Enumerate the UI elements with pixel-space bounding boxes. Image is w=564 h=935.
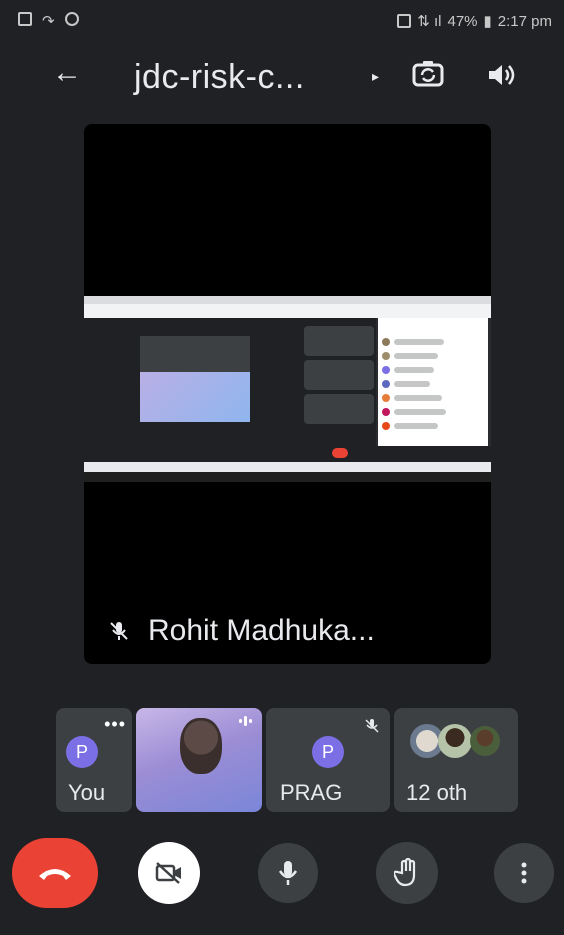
participant-tile-you[interactable]: ••• P You <box>56 708 132 812</box>
mic-off-icon <box>365 719 379 733</box>
shared-screen-chip <box>304 394 374 424</box>
participant-strip: ••• P You P PRAG 12 oth <box>56 708 526 812</box>
raise-hand-icon <box>394 858 416 887</box>
participant-tile-others[interactable]: 12 oth <box>394 708 518 812</box>
meeting-header: ← jdc-risk-c... ▸ <box>0 48 564 104</box>
shared-screen-chip <box>304 326 374 356</box>
shared-screen-taskbar-dark <box>84 472 491 482</box>
participant-tile-video[interactable] <box>136 708 262 812</box>
participant-label: 12 oth <box>406 780 468 805</box>
switch-camera-icon[interactable] <box>410 56 446 92</box>
avatar <box>470 726 500 756</box>
mic-off-icon <box>110 622 128 640</box>
more-options-button[interactable] <box>494 843 554 903</box>
more-vert-icon <box>521 862 527 884</box>
end-call-button[interactable] <box>12 838 98 908</box>
end-call-icon <box>39 869 71 880</box>
shared-screen-endcall <box>332 448 348 458</box>
raise-hand-button[interactable] <box>376 842 438 904</box>
audio-level-icon <box>239 716 252 726</box>
presenter-label: Rohit Madhuka... <box>108 614 375 648</box>
shared-screen-people-panel <box>378 318 488 446</box>
clock: 2:17 pm <box>497 12 552 30</box>
shared-screen-chip <box>304 360 374 390</box>
avatar: P <box>312 736 344 768</box>
camera-off-icon <box>155 862 181 884</box>
camera-toggle-button[interactable] <box>138 842 200 904</box>
presenter-name: Rohit Madhuka... <box>148 614 375 647</box>
arrow-left-icon[interactable]: ← <box>52 56 82 90</box>
more-horiz-icon[interactable]: ••• <box>104 714 126 735</box>
signal-icon: ⇅ ıl <box>417 13 442 30</box>
participant-label: PRAG <box>280 780 343 805</box>
speaker-icon[interactable] <box>486 62 516 88</box>
shared-screen-tabbar <box>84 296 491 304</box>
battery-icon: ▮ <box>483 13 492 30</box>
participant-label: You <box>68 780 106 805</box>
shared-screen-tile <box>140 336 250 372</box>
avatar <box>438 724 472 758</box>
avatar: P <box>66 736 98 768</box>
presenter-tile[interactable]: Rohit Madhuka... <box>84 124 491 664</box>
battery-level: 47% <box>447 12 478 30</box>
shared-screen-addressbar <box>84 304 491 318</box>
caret-right-icon[interactable]: ▸ <box>372 68 379 85</box>
shared-screen-video <box>140 372 250 422</box>
participant-tile-prag[interactable]: P PRAG <box>266 708 390 812</box>
shared-screen <box>84 296 491 482</box>
missed-call-icon: ↷ <box>42 13 55 30</box>
gallery-icon <box>18 12 32 26</box>
shared-screen-controls <box>84 446 491 462</box>
call-controls <box>0 838 564 908</box>
mic-icon <box>278 861 298 885</box>
alarm-icon <box>397 14 412 28</box>
meeting-title[interactable]: jdc-risk-c... <box>134 58 305 97</box>
status-bar: ↷ ⇅ ıl 47% ▮ 2:17 pm <box>0 0 564 44</box>
notification-icon <box>64 12 79 26</box>
participant-video <box>180 718 222 774</box>
mic-toggle-button[interactable] <box>258 843 318 903</box>
